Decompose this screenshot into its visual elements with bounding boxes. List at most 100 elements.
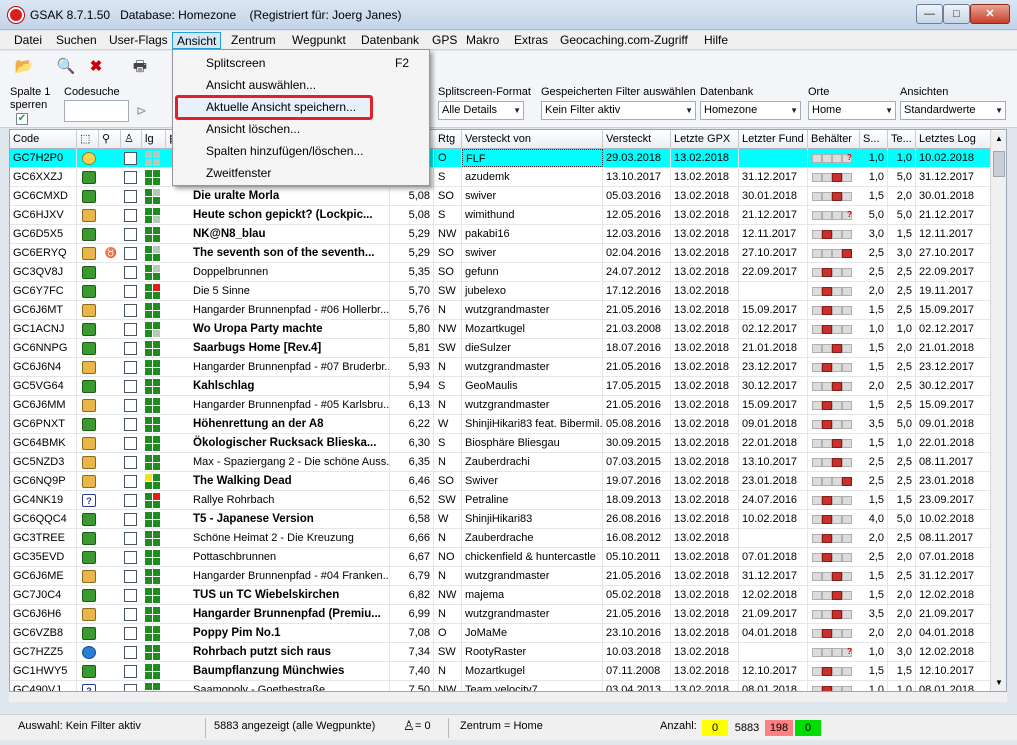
table-row[interactable]: GC3TREE Schöne Heimat 2 - Die Kreuzung 6,6…: [10, 529, 992, 548]
menu-item-zweitfenster[interactable]: Zweitfenster: [173, 162, 429, 184]
header-letztes-log[interactable]: Letztes Log: [916, 130, 992, 149]
table-row[interactable]: GC6CMXD Die uralte Morla 5,08 SO swiver 05.03…: [10, 187, 992, 206]
open-folder-icon[interactable]: 📂: [14, 57, 34, 77]
header-person-icon[interactable]: ♙: [121, 130, 142, 149]
user-flag-checkbox[interactable]: [124, 399, 137, 412]
maximize-button[interactable]: □: [943, 4, 970, 24]
table-row[interactable]: GC7HZZ5 Rohrbach putzt sich raus 7,34 SW Roo…: [10, 643, 992, 662]
user-flag-checkbox[interactable]: [124, 570, 137, 583]
header-type-icon[interactable]: ⬚: [77, 130, 99, 149]
table-row[interactable]: GC64BMK Ökologischer Rucksack Blieska... 6…: [10, 434, 992, 453]
user-flag-checkbox[interactable]: [124, 627, 137, 640]
table-row[interactable]: GC6D5X5 NK@N8_blau 5,29 NW pakabi16 12.03.201…: [10, 225, 992, 244]
menu-suchen[interactable]: Suchen: [52, 32, 101, 49]
orte-select[interactable]: Home ▼: [808, 101, 896, 120]
user-flag-checkbox[interactable]: [124, 684, 137, 691]
saved-filter-select[interactable]: Kein Filter aktiv ▼: [541, 101, 696, 120]
header-s[interactable]: S...: [860, 130, 888, 149]
ansichten-select[interactable]: Standardwerte ▼: [900, 101, 1006, 120]
table-row[interactable]: GC6HJXV Heute schon gepickt? (Lockpic... 5…: [10, 206, 992, 225]
user-flag-checkbox[interactable]: [124, 437, 137, 450]
minimize-button[interactable]: —: [916, 4, 943, 24]
menu-gps[interactable]: GPS: [428, 32, 461, 49]
menu-datenbank[interactable]: Datenbank: [357, 32, 423, 49]
user-flag-checkbox[interactable]: [124, 361, 137, 374]
header-rtg[interactable]: Rtg: [435, 130, 462, 149]
table-row[interactable]: GC6NNPG Saarbugs Home [Rev.4] 5,81 SW dieSul…: [10, 339, 992, 358]
user-flag-checkbox[interactable]: [124, 266, 137, 279]
user-flag-checkbox[interactable]: [124, 589, 137, 602]
user-flag-checkbox[interactable]: [124, 494, 137, 507]
user-flag-checkbox[interactable]: [124, 380, 137, 393]
delete-icon[interactable]: ✖: [86, 57, 106, 77]
menu-item-spalten[interactable]: Spalten hinzufügen/löschen...: [173, 140, 429, 162]
header-letzter-fund[interactable]: Letzter Fund: [739, 130, 808, 149]
search-document-icon[interactable]: 🔍: [56, 57, 76, 77]
table-row[interactable]: GC35EVD Pottaschbrunnen 6,67 NO chickenfield…: [10, 548, 992, 567]
header-letzte-gpx[interactable]: Letzte GPX: [671, 130, 739, 149]
menu-extras[interactable]: Extras: [510, 32, 552, 49]
user-flag-checkbox[interactable]: [124, 152, 137, 165]
user-flag-checkbox[interactable]: [124, 665, 137, 678]
menu-datei[interactable]: Datei: [10, 32, 46, 49]
table-row[interactable]: GC3QV8J Doppelbrunnen 5,35 SO gefunn 24.07.20…: [10, 263, 992, 282]
header-versteckt[interactable]: Versteckt: [603, 130, 671, 149]
user-flag-checkbox[interactable]: [124, 304, 137, 317]
table-row[interactable]: GC6NQ9P The Walking Dead 6,46 SO Swiver 19.07…: [10, 472, 992, 491]
user-flag-checkbox[interactable]: [124, 513, 137, 526]
table-row[interactable]: GC4NK19? Rallye Rohrbach 6,52 SW Petraline 18…: [10, 491, 992, 510]
user-flag-checkbox[interactable]: [124, 323, 137, 336]
menu-user-flags[interactable]: User-Flags: [105, 32, 172, 49]
user-flag-checkbox[interactable]: [124, 190, 137, 203]
vertical-scrollbar[interactable]: ▲ ▼: [990, 131, 1006, 691]
table-row[interactable]: GC1ACNJ Wo Uropa Party machte 5,80 NW Mozart…: [10, 320, 992, 339]
user-flag-checkbox[interactable]: [124, 209, 137, 222]
table-row[interactable]: GC1HWY5 Baumpflanzung Münchwies 7,40 N Mozar…: [10, 662, 992, 681]
menu-item-ansicht-speichern[interactable]: Aktuelle Ansicht speichern...: [173, 96, 429, 118]
table-row[interactable]: GC5VG64 Kahlschlag 5,94 S GeoMaulis 17.05.201…: [10, 377, 992, 396]
codesuche-input[interactable]: [64, 100, 129, 122]
user-flag-checkbox[interactable]: [124, 608, 137, 621]
menu-zentrum[interactable]: Zentrum: [227, 32, 280, 49]
user-flag-checkbox[interactable]: [124, 171, 137, 184]
scroll-down-icon[interactable]: ▼: [991, 675, 1007, 691]
table-row[interactable]: GC6VZB8 Poppy Pim No.1 7,08 O JoMaMe 23.10.20…: [10, 624, 992, 643]
menu-item-ansicht-auswaehlen[interactable]: Ansicht auswählen...: [173, 74, 429, 96]
table-row[interactable]: GC7H2P08OFLF29.03.201813.02.2018?1,01,01…: [10, 149, 992, 168]
table-row[interactable]: GC6J6H6 Hangarder Brunnenpfad (Premiu... 6…: [10, 605, 992, 624]
user-flag-checkbox[interactable]: [124, 247, 137, 260]
table-row[interactable]: GC6J6ME Hangarder Brunnenpfad - #04 Frank…: [10, 567, 992, 586]
menu-ansicht[interactable]: Ansicht: [172, 32, 222, 49]
user-flag-checkbox[interactable]: [124, 342, 137, 355]
header-versteckt-von[interactable]: Versteckt von: [462, 130, 603, 149]
table-row[interactable]: GC490VJ? Saamopoly - Goethestraße 7,50 NW Te…: [10, 681, 992, 691]
user-flag-checkbox[interactable]: [124, 228, 137, 241]
header-behaelter[interactable]: Behälter: [808, 130, 860, 149]
menu-geocaching-zugriff[interactable]: Geocaching.com-Zugriff: [556, 32, 692, 49]
menu-item-ansicht-loeschen[interactable]: Ansicht löschen...: [173, 118, 429, 140]
header-code[interactable]: Code: [10, 130, 77, 149]
splitscreen-format-select[interactable]: Alle Details ▼: [438, 101, 524, 120]
table-row[interactable]: GC6J6MM Hangarder Brunnenpfad - #05 Karls…: [10, 396, 992, 415]
user-flag-checkbox[interactable]: [124, 646, 137, 659]
header-bug-icon[interactable]: ⚲: [99, 130, 121, 149]
table-row[interactable]: GC6J6MT Hangarder Brunnenpfad - #06 Holle…: [10, 301, 992, 320]
table-row[interactable]: GC6J6N4 Hangarder Brunnenpfad - #07 Brude…: [10, 358, 992, 377]
menu-hilfe[interactable]: Hilfe: [700, 32, 732, 49]
user-flag-checkbox[interactable]: [124, 418, 137, 431]
table-row[interactable]: GC6QQC4 T5 - Japanese Version 6,58 W ShinjiH…: [10, 510, 992, 529]
table-row[interactable]: GC6PNXT Höhenrettung an der A8 6,22 W Shinji…: [10, 415, 992, 434]
menu-wegpunkt[interactable]: Wegpunkt: [288, 32, 350, 49]
user-flag-checkbox[interactable]: [124, 475, 137, 488]
user-flag-checkbox[interactable]: [124, 285, 137, 298]
scroll-up-icon[interactable]: ▲: [991, 131, 1007, 147]
header-lg[interactable]: lg: [142, 130, 166, 149]
table-row[interactable]: GC6XXZJ8Sazudemk13.10.201713.02.201831.1…: [10, 168, 992, 187]
scroll-thumb[interactable]: [993, 151, 1005, 177]
menu-item-splitscreen[interactable]: Splitscreen F2: [173, 52, 429, 74]
horizontal-scrollbar[interactable]: [9, 692, 1007, 702]
print-icon[interactable]: 🖶: [130, 57, 150, 77]
menu-makro[interactable]: Makro: [462, 32, 503, 49]
user-flag-checkbox[interactable]: [124, 456, 137, 469]
user-flag-checkbox[interactable]: [124, 532, 137, 545]
